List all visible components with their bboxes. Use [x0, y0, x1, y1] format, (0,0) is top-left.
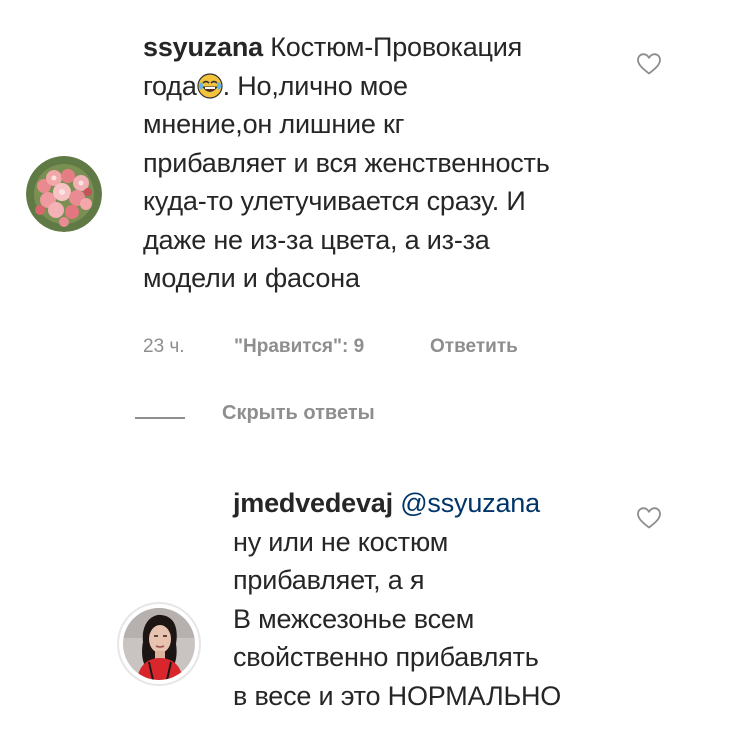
portrait-avatar-image	[123, 608, 195, 680]
comment-body: ssyuzana Костюм-Провокация года . Но,лич…	[143, 28, 550, 298]
reply-button[interactable]: Ответить	[430, 336, 518, 358]
reply-line-5: свойственно прибавлять	[233, 642, 539, 672]
comment-line-3: мнение,он лишние кг	[143, 109, 405, 139]
reply-line-6: в весе и это НОРМАЛЬНО	[233, 680, 562, 711]
comment-text-segment: Костюм-Провокация	[270, 32, 523, 62]
heart-icon[interactable]	[636, 52, 662, 76]
face-with-tears-of-joy-icon	[197, 72, 223, 99]
reply-line-3: прибавляет, а я	[233, 565, 425, 595]
comment-line-4: прибавляет и вся женственность	[143, 147, 550, 178]
reply-line-4: В межсезонье всем	[233, 603, 475, 634]
reply-line-1: jmedvedevaj @ssyuzana	[233, 484, 561, 523]
comment-line-1: ssyuzana Костюм-Провокация	[143, 28, 550, 67]
comment-line-7: модели и фасона	[143, 263, 360, 293]
comment-text-segment: . Но,лично мое	[222, 70, 408, 101]
reply-username[interactable]: jmedvedevaj	[233, 488, 393, 518]
avatar-ssyuzana[interactable]	[26, 156, 102, 232]
reply-body: jmedvedevaj @ssyuzana ну или не костюм п…	[233, 484, 561, 715]
comment-line-6: даже не из-за цвета, а из-за	[143, 224, 490, 255]
avatar-jmedvedevaj[interactable]	[123, 608, 195, 680]
comment-timestamp: 23 ч.	[143, 336, 185, 357]
hide-replies-label: Скрыть ответы	[222, 402, 375, 424]
comment-username[interactable]: ssyuzana	[143, 32, 263, 62]
comment-text-segment: года	[143, 70, 197, 101]
heart-icon[interactable]	[636, 506, 662, 530]
comment-likes-count[interactable]: "Нравится": 9	[234, 336, 364, 358]
hide-replies-button[interactable]: Скрыть ответы	[135, 402, 435, 432]
reply-line-2: ну или не костюм	[233, 526, 449, 557]
reply-mention-link[interactable]: @ssyuzana	[400, 488, 540, 518]
flower-avatar-image	[26, 156, 102, 232]
comment-line-5: куда-то улетучивается сразу. И	[143, 186, 526, 216]
comment-line-2: года . Но,лично мое	[143, 67, 550, 106]
comment-meta: 23 ч. "Нравится": 9 Ответить	[143, 336, 643, 362]
hide-replies-divider	[135, 417, 185, 419]
